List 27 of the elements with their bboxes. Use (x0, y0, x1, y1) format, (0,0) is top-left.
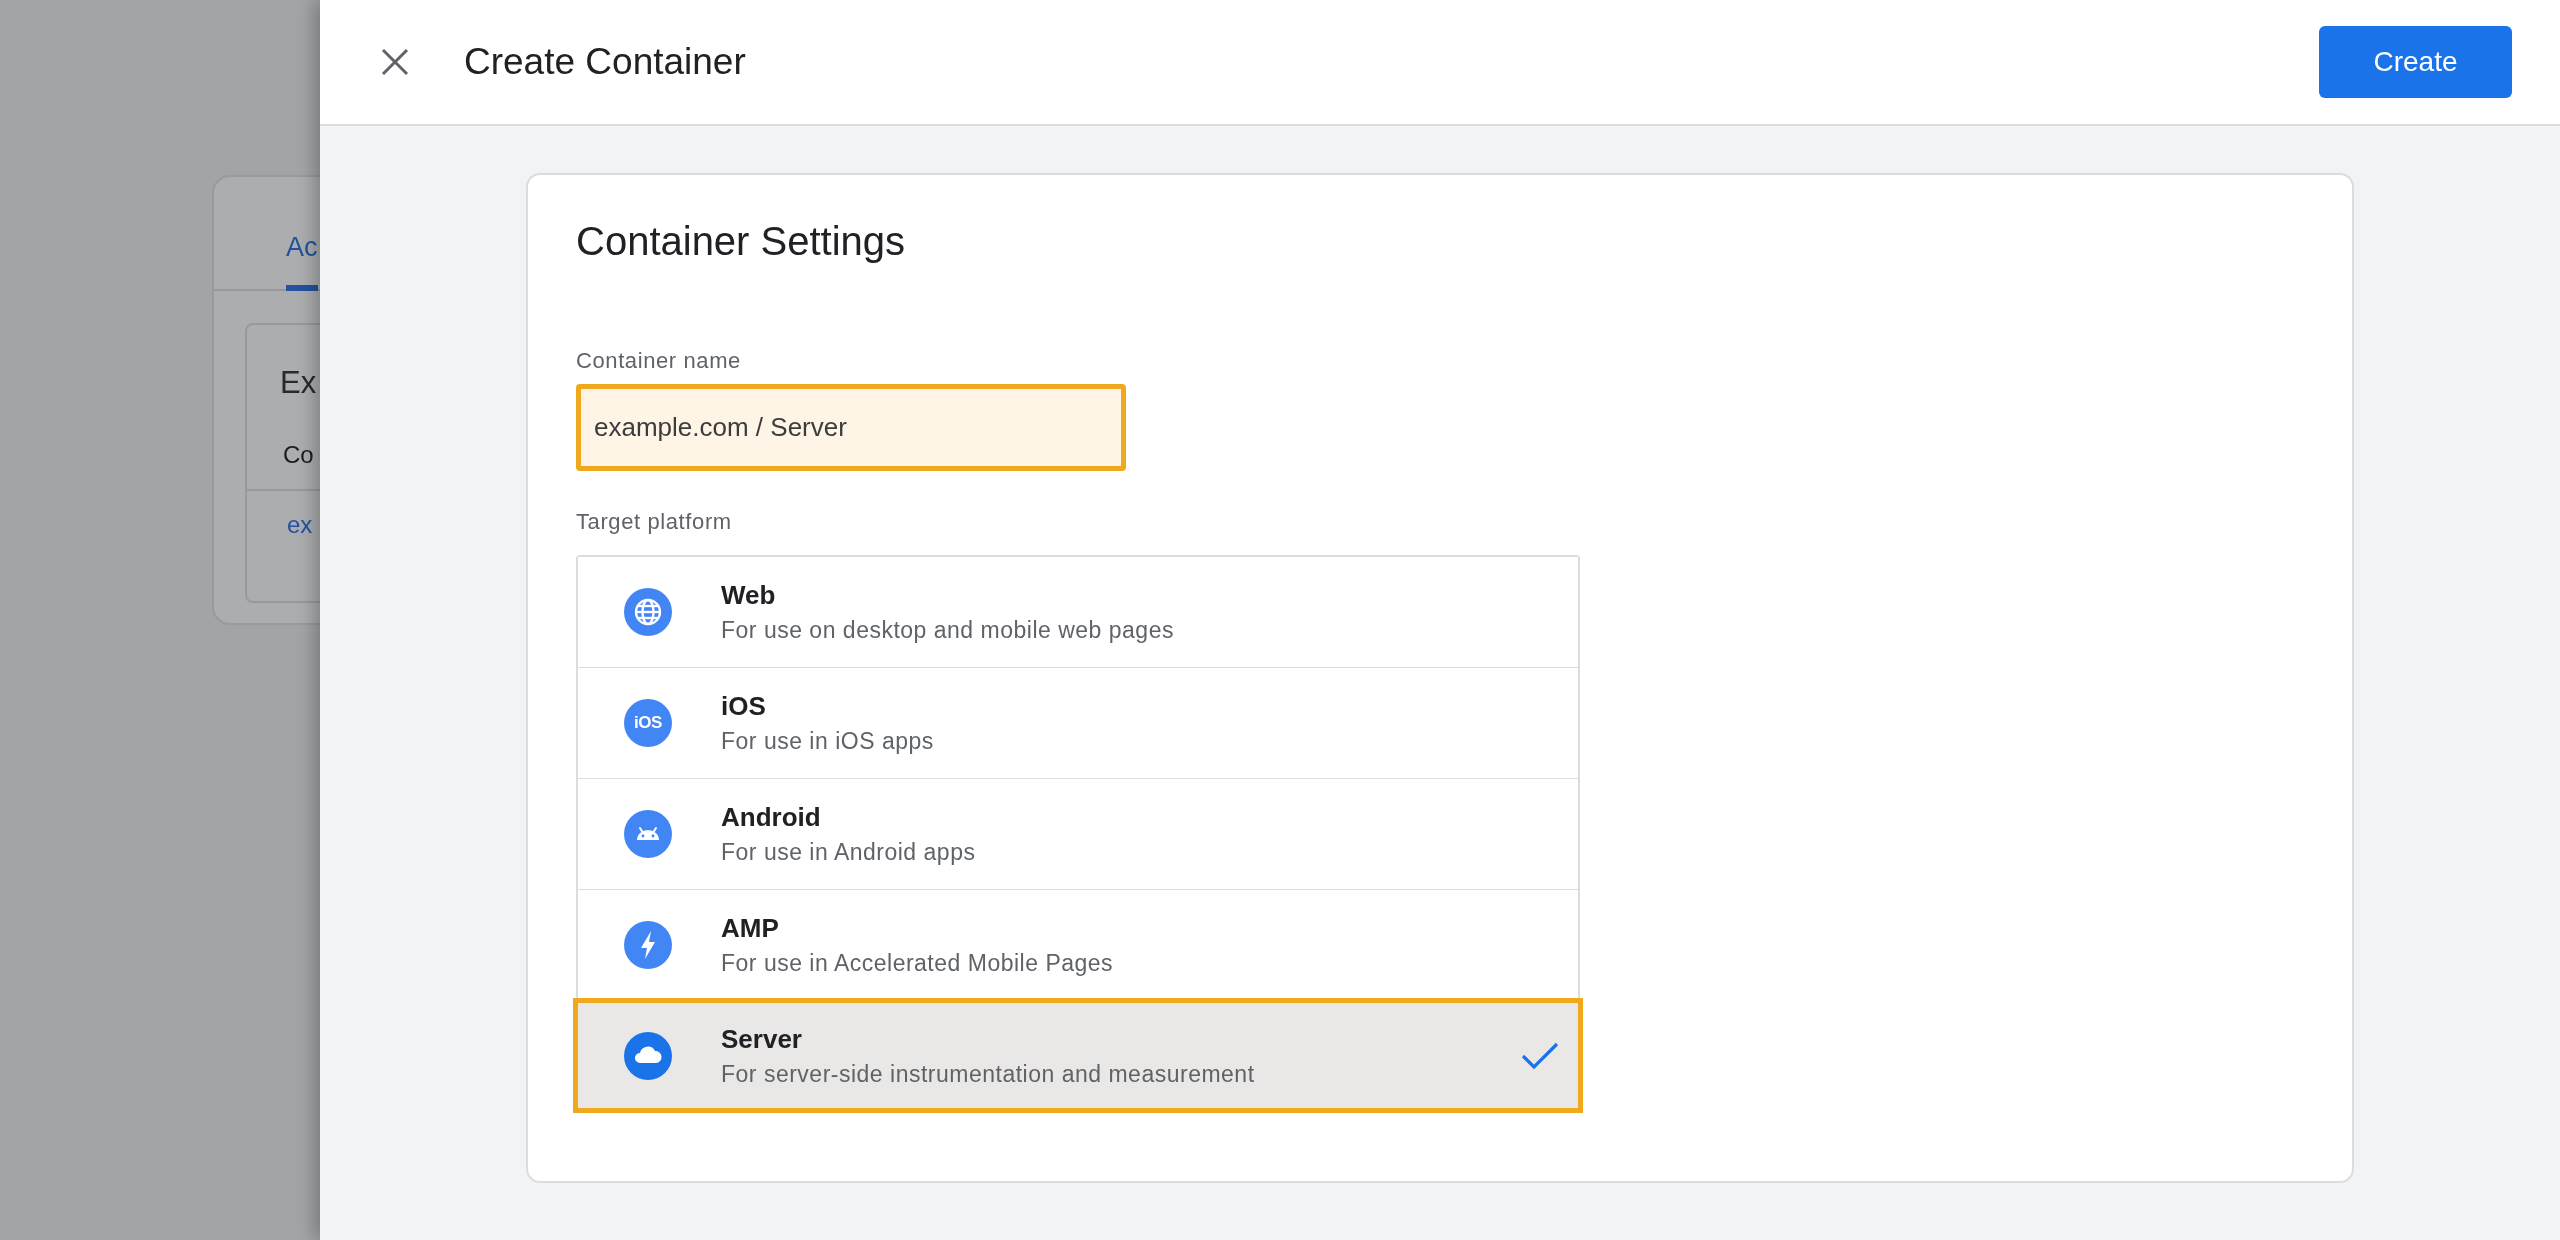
create-button[interactable]: Create (2319, 26, 2512, 98)
checkmark-icon (1521, 1042, 1559, 1070)
lightning-icon (624, 921, 672, 969)
container-name-field[interactable]: example.com / Server (576, 384, 1126, 471)
platform-title: Android (721, 802, 822, 833)
cloud-icon (624, 1032, 672, 1080)
field-label: Target platform (576, 509, 733, 535)
platform-title: AMP (721, 913, 780, 944)
platform-title: Web (721, 580, 777, 611)
ios-icon: iOS (624, 699, 672, 747)
globe-icon (624, 588, 672, 636)
close-icon (381, 48, 409, 76)
platform-description: For use in iOS apps (721, 728, 935, 755)
card-title: Container Settings (576, 219, 907, 264)
dialog-title: Create Container (464, 41, 747, 83)
platform-description: For use on desktop and mobile web pages (721, 617, 1175, 644)
android-icon (624, 810, 672, 858)
platform-option[interactable]: AMP For use in Accelerated Mobile Pages (578, 889, 1578, 1000)
platform-title: iOS (721, 691, 767, 722)
platform-description: For use in Android apps (721, 839, 977, 866)
platform-description: For use in Accelerated Mobile Pages (721, 950, 1115, 977)
field-label: Container name (576, 348, 742, 374)
background-column-label: Co (283, 441, 314, 469)
platform-title: Server (721, 1024, 803, 1055)
platform-option[interactable]: Server For server-side instrumentation and measurement (575, 1000, 1581, 1111)
background-heading: Ex (280, 365, 317, 401)
platform-description: For server-side instrumentation and measurement (721, 1061, 1256, 1088)
